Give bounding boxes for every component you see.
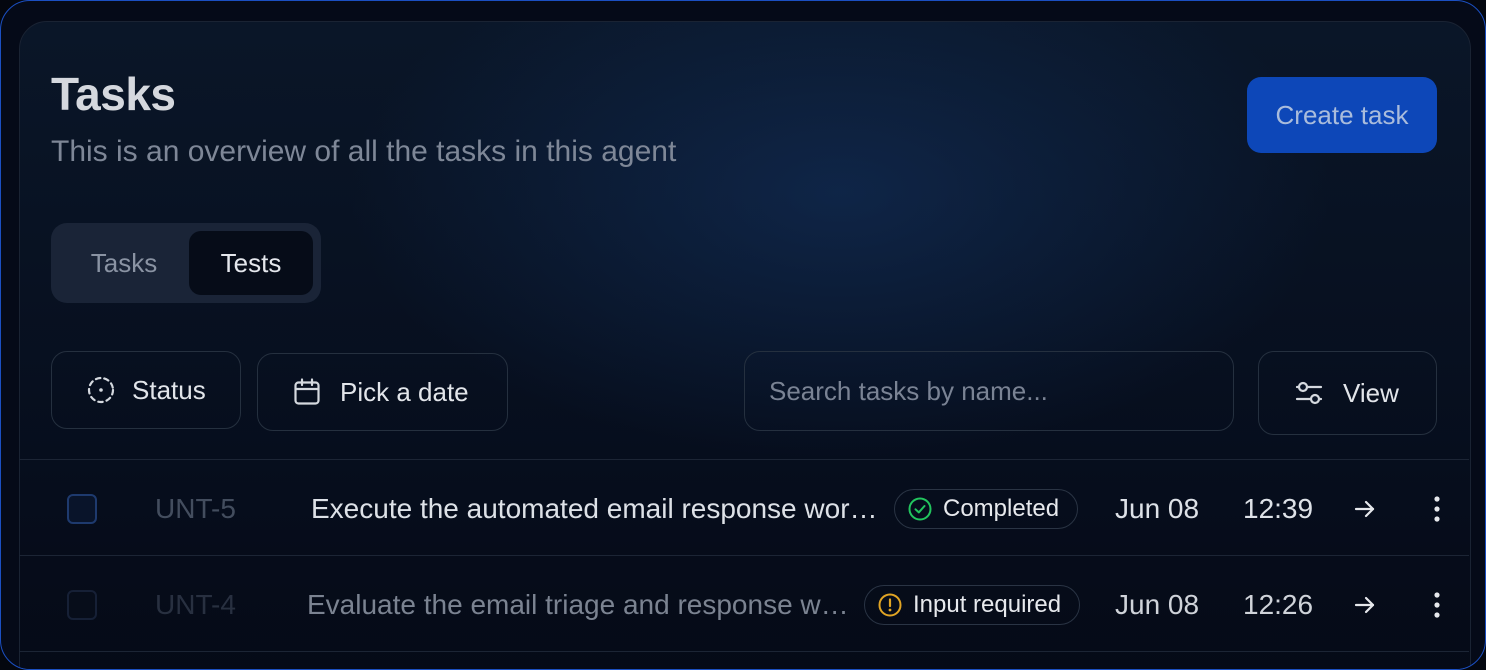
status-badge-label: Completed — [943, 495, 1060, 522]
status-badge: Input required — [864, 585, 1081, 625]
row-checkbox[interactable] — [67, 494, 97, 524]
page-subtitle: This is an overview of all the tasks in … — [51, 135, 677, 168]
table-top-divider — [19, 459, 1469, 460]
task-date: Jun 08 — [1115, 589, 1200, 620]
create-task-button[interactable]: Create task — [1247, 77, 1437, 153]
task-id: UNT-5 — [155, 493, 236, 524]
status-badge-label: Input required — [913, 591, 1062, 618]
check-circle-icon — [908, 497, 932, 521]
dashed-circle-icon — [87, 376, 115, 404]
arrow-right-icon[interactable] — [1353, 593, 1377, 617]
page-title: Tasks — [51, 68, 176, 120]
date-picker-button[interactable]: Pick a date — [257, 353, 508, 431]
table-row[interactable]: UNT-4 Evaluate the email triage and resp… — [19, 557, 1469, 653]
arrow-right-icon[interactable] — [1353, 497, 1377, 521]
calendar-icon — [294, 378, 320, 405]
task-time: 12:26 — [1243, 589, 1314, 620]
tab-tasks[interactable]: Tasks — [61, 231, 187, 295]
task-name[interactable]: Execute the automated email response wor… — [311, 461, 889, 557]
table-row[interactable]: UNT-5 Execute the automated email respon… — [19, 461, 1469, 557]
vertical-dots-icon[interactable] — [1425, 495, 1449, 523]
alert-circle-icon — [878, 593, 902, 617]
sliders-icon — [1295, 381, 1323, 405]
row-checkbox[interactable] — [67, 590, 97, 620]
row-divider — [19, 651, 1469, 652]
vertical-dots-icon[interactable] — [1425, 591, 1449, 619]
row-divider — [19, 555, 1469, 556]
status-badge: Completed — [894, 489, 1079, 529]
tab-tests[interactable]: Tests — [189, 231, 313, 295]
task-name[interactable]: Evaluate the email triage and response w… — [307, 557, 855, 653]
segmented-control: Tasks Tests — [51, 223, 321, 303]
task-id: UNT-4 — [155, 589, 236, 620]
status-filter-label: Status — [132, 374, 206, 405]
status-filter-button[interactable]: Status — [51, 351, 241, 429]
view-options-button[interactable]: View — [1258, 351, 1437, 435]
view-options-label: View — [1343, 377, 1399, 408]
app-frame: Tasks This is an overview of all the tas… — [0, 0, 1486, 670]
task-time: 12:39 — [1243, 493, 1314, 524]
task-date: Jun 08 — [1115, 493, 1200, 524]
date-picker-label: Pick a date — [340, 376, 469, 407]
search-input[interactable] — [744, 351, 1234, 431]
